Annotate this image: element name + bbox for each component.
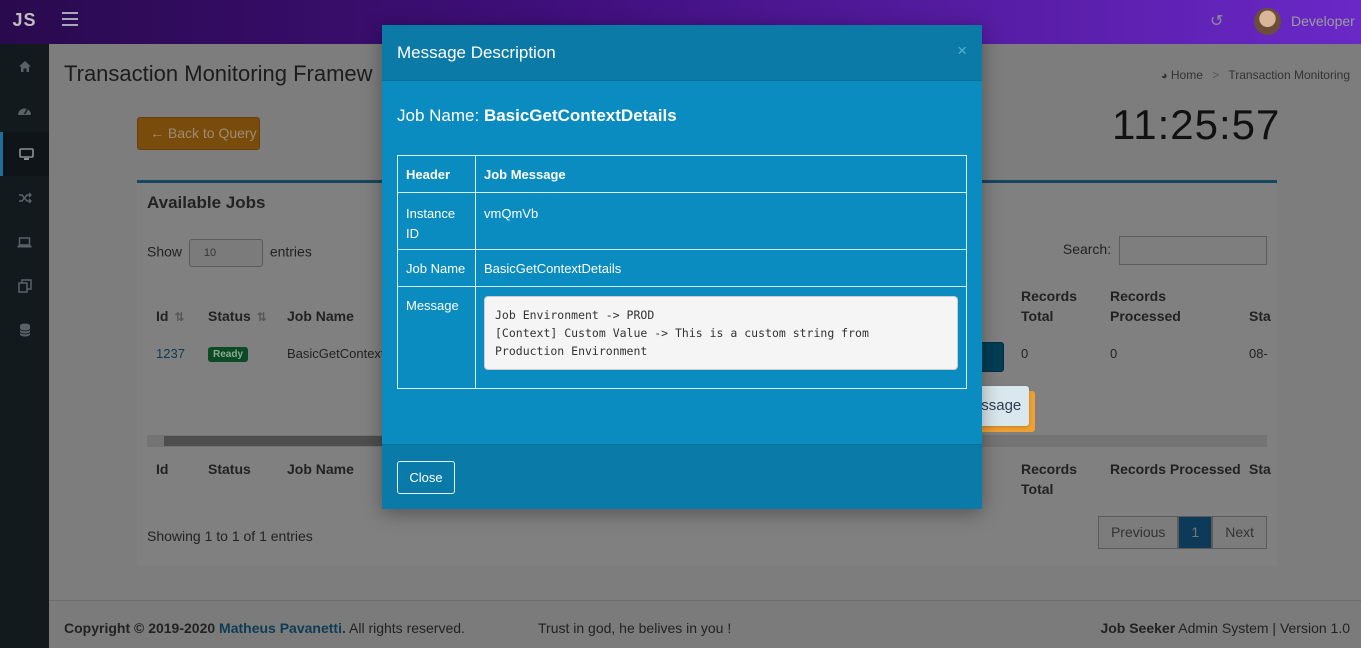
modal-job-name: Job Name: BasicGetContextDetails xyxy=(397,106,677,125)
show-label: Show xyxy=(147,243,183,260)
breadcrumb-separator: > xyxy=(1212,68,1220,82)
col-status[interactable]: Status ⇅ xyxy=(208,306,267,327)
scrollbar-thumb[interactable] xyxy=(164,436,394,446)
col-id[interactable]: Id ⇅ xyxy=(156,306,185,327)
home-icon[interactable] xyxy=(0,44,49,88)
row-records-total: 0 xyxy=(1021,346,1029,361)
message-code-block: Job Environment -> PROD [Context] Custom… xyxy=(484,296,958,370)
foot-col-job-name: Job Name xyxy=(287,461,354,477)
laptop-icon[interactable] xyxy=(0,220,49,264)
row-records-processed: 0 xyxy=(1110,346,1118,361)
row-label-message: Message xyxy=(397,286,476,389)
pagination-next[interactable]: Next xyxy=(1212,516,1267,549)
breadcrumb: ◕ Home > Transaction Monitoring xyxy=(1161,68,1350,82)
modal-header: Message Description × xyxy=(382,25,982,81)
footer-motto: Trust in god, he belives in you ! xyxy=(538,620,732,636)
back-to-query-button[interactable]: ← Back to Query xyxy=(137,117,260,150)
box-title: Available Jobs xyxy=(147,193,266,212)
entries-length: Show 10 entries xyxy=(147,239,312,267)
message-table: Header Job Message Instance ID vmQmVb Jo… xyxy=(397,155,967,389)
dashboard-icon[interactable] xyxy=(0,88,49,132)
clock: 11:25:57 xyxy=(1112,101,1281,148)
row-start: 08- xyxy=(1249,346,1268,361)
page-footer: Copyright © 2019-2020 Matheus Pavanetti.… xyxy=(49,600,1361,648)
clone-icon[interactable] xyxy=(0,264,49,308)
foot-col-start: Sta xyxy=(1249,461,1271,477)
search-input[interactable] xyxy=(1119,236,1267,265)
row-value-message-cell: Job Environment -> PROD [Context] Custom… xyxy=(475,286,967,389)
pagination: Previous 1 Next xyxy=(1097,516,1267,549)
pagination-page[interactable]: 1 xyxy=(1178,516,1213,549)
message-modal: Message Description × Job Name: BasicGet… xyxy=(382,25,982,509)
entries-label: entries xyxy=(269,243,312,260)
foot-col-records-processed: Records Processed xyxy=(1110,461,1241,477)
foot-col-id: Id xyxy=(156,461,169,477)
shuffle-icon[interactable] xyxy=(0,176,49,220)
avatar[interactable] xyxy=(1254,8,1281,35)
row-job-name: BasicGetContext xyxy=(287,346,385,361)
history-icon[interactable]: ↺ xyxy=(1210,11,1223,31)
col-records-processed[interactable]: Records Processed xyxy=(1110,286,1181,326)
search-label: Search: xyxy=(1062,241,1112,258)
monitor-icon[interactable] xyxy=(0,132,49,176)
breadcrumb-current: Transaction Monitoring xyxy=(1228,68,1350,82)
table-header-cell: Header xyxy=(397,155,476,193)
row-label-instance-id: Instance ID xyxy=(397,192,476,250)
table-header-cell: Job Message xyxy=(475,155,967,193)
user-name[interactable]: Developer xyxy=(1291,13,1355,29)
close-button[interactable]: Close xyxy=(397,461,455,494)
author-link[interactable]: Matheus Pavanetti. xyxy=(219,620,346,636)
database-icon[interactable] xyxy=(0,308,49,352)
row-value-job-name: BasicGetContextDetails xyxy=(475,249,967,287)
row-label-job-name: Job Name xyxy=(397,249,476,287)
copyright: Copyright © 2019-2020 Matheus Pavanetti.… xyxy=(64,620,465,636)
footer-version: Job Seeker Admin System | Version 1.0 xyxy=(1100,620,1350,636)
dashboard-icon: ◕ xyxy=(1160,70,1168,82)
page-title: Transaction Monitoring Framew xyxy=(64,61,373,86)
col-start[interactable]: Sta xyxy=(1249,306,1271,326)
breadcrumb-home[interactable]: Home xyxy=(1171,68,1203,82)
table-info: Showing 1 to 1 of 1 entries xyxy=(147,528,313,544)
foot-col-status: Status xyxy=(208,461,251,477)
pagination-previous[interactable]: Previous xyxy=(1097,516,1179,549)
col-records-total[interactable]: Records Total xyxy=(1021,286,1077,326)
col-job-name[interactable]: Job Name xyxy=(287,306,354,326)
app-logo[interactable]: JS xyxy=(0,0,49,44)
modal-footer: Close xyxy=(382,444,982,509)
row-id-link[interactable]: 1237 xyxy=(156,346,185,361)
entries-select[interactable]: 10 xyxy=(188,239,263,267)
modal-title: Message Description xyxy=(397,43,556,62)
sidebar-toggle-icon[interactable] xyxy=(62,12,78,30)
foot-col-records-total: Records Total xyxy=(1021,461,1078,497)
close-icon[interactable]: × xyxy=(957,41,967,61)
status-badge: Ready xyxy=(208,345,249,362)
row-value-instance-id: vmQmVb xyxy=(475,192,967,250)
table-search: Search: xyxy=(1063,236,1267,265)
sidebar xyxy=(0,44,49,648)
